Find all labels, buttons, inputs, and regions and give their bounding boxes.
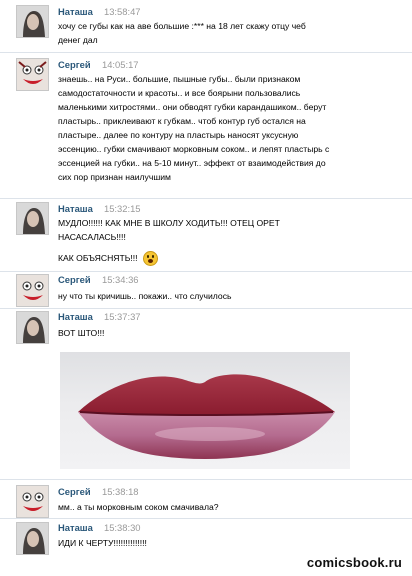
message-text: ну что ты кричишь.. покажи.. что случило…: [58, 291, 232, 301]
shocked-emoji-icon: [142, 251, 158, 266]
message-sergey-1: Сергей 14:05:17 знаешь.. на Руси.. больш…: [0, 53, 412, 199]
author-name[interactable]: Наташа: [58, 203, 93, 214]
message-text: ВОТ ШТО!!!: [58, 328, 105, 338]
message-text: мм.. а ты морковным соком смачивала?: [58, 502, 219, 512]
author-name[interactable]: Наташа: [58, 6, 93, 17]
avatar-sergey[interactable]: [16, 485, 49, 518]
avatar-natasha[interactable]: [16, 522, 49, 555]
message-text: МУДЛО!!!!!! КАК МНЕ В ШКОЛУ ХОДИТЬ!!! ОТ…: [58, 218, 280, 228]
timestamp: 13:58:47: [104, 6, 141, 17]
message-text: маленькими хитростями.. они обводят губк…: [58, 102, 327, 112]
message-text: ИДИ К ЧЕРТУ!!!!!!!!!!!!!!: [58, 538, 147, 548]
message-text: пластыре.. далее по контуру на пластырь …: [58, 130, 299, 140]
watermark: comicsbook.ru: [306, 555, 402, 570]
message-text: эссенцию.. губки смачивают морковным сок…: [58, 144, 330, 154]
message-sergey-3: Сергей 15:38:18 мм.. а ты морковным соко…: [0, 482, 412, 519]
author-name[interactable]: Сергей: [58, 274, 91, 285]
message-natasha-4: Наташа 15:38:30 ИДИ К ЧЕРТУ!!!!!!!!!!!!!…: [0, 519, 412, 559]
message-natasha-2: Наташа 15:32:15 МУДЛО!!!!!! КАК МНЕ В ШК…: [0, 199, 412, 272]
avatar-sergey[interactable]: [16, 58, 49, 91]
message-text-segment: КАК ОБЪЯСНЯТЬ!!!: [58, 252, 138, 263]
author-name[interactable]: Сергей: [58, 486, 91, 497]
message-text: НАСАСАЛАСЬ!!!!: [58, 232, 126, 242]
message-sergey-2: Сергей 15:34:36 ну что ты кричишь.. пока…: [0, 272, 412, 309]
lips-photo[interactable]: [60, 352, 350, 469]
timestamp: 15:34:36: [102, 274, 139, 285]
message-text: денег дал: [58, 35, 98, 45]
message-text: знаешь.. на Руси.. большие, пышные губы.…: [58, 74, 301, 84]
timestamp: 15:37:37: [104, 311, 141, 322]
avatar-natasha[interactable]: [16, 5, 49, 38]
timestamp: 15:38:18: [102, 486, 139, 497]
author-name[interactable]: Наташа: [58, 522, 93, 533]
message-text: КАК ОБЪЯСНЯТЬ!!!: [58, 251, 158, 266]
message-text: хочу се губы как на аве большие :*** на …: [58, 21, 306, 31]
message-text: эссенцией на губки.. на 5-10 минут.. эфф…: [58, 158, 326, 168]
chat-window: Наташа 13:58:47 хочу се губы как на аве …: [0, 0, 412, 576]
message-natasha-1: Наташа 13:58:47 хочу се губы как на аве …: [0, 0, 412, 53]
author-name[interactable]: Наташа: [58, 311, 93, 322]
timestamp: 14:05:17: [102, 59, 139, 70]
timestamp: 15:32:15: [104, 203, 141, 214]
avatar-natasha[interactable]: [16, 311, 49, 344]
message-text: пластырь.. приклеивают к губкам.. чтоб к…: [58, 116, 306, 126]
avatar-natasha[interactable]: [16, 202, 49, 235]
timestamp: 15:38:30: [104, 522, 141, 533]
message-text: самодостаточности и красоты.. и все бояр…: [58, 88, 301, 98]
author-name[interactable]: Сергей: [58, 59, 91, 70]
avatar-sergey[interactable]: [16, 274, 49, 307]
message-text: сих пор признан наилучшим: [58, 172, 171, 182]
